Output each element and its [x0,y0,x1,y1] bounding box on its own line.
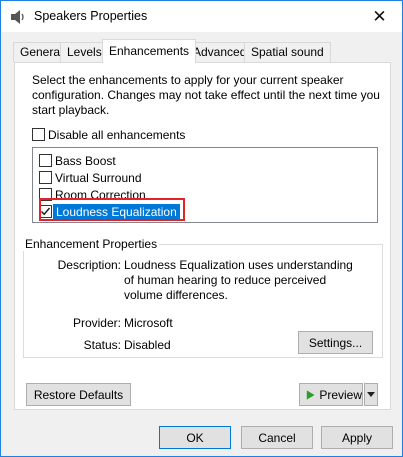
provider-key: Provider: [72,316,121,330]
restore-defaults-button[interactable]: Restore Defaults [26,383,131,406]
speaker-icon [10,10,26,24]
tab-enhancements[interactable]: Enhancements [102,39,197,63]
chevron-down-icon [367,392,375,397]
enhancements-panel: Select the enhancements to apply for you… [14,62,391,410]
ok-button[interactable]: OK [159,426,231,449]
description-key: Description: [57,258,121,272]
virtual-surround-label: Virtual Surround [55,171,142,185]
apply-button[interactable]: Apply [321,426,393,449]
cancel-button[interactable]: Cancel [241,426,313,449]
bass-boost-label: Bass Boost [55,154,116,168]
virtual-surround-checkbox[interactable] [39,171,52,184]
preview-dropdown-button[interactable] [364,383,378,406]
instructions-text: Select the enhancements to apply for you… [32,73,380,117]
provider-value: Microsoft [124,316,173,330]
preview-button[interactable]: Preview [299,383,363,406]
selection-highlight-box [39,198,185,221]
speakers-properties-window: Speakers Properties ✕ General Levels Enh… [0,0,403,457]
play-icon [306,389,315,400]
tab-spatial-sound[interactable]: Spatial sound [244,42,331,62]
window-title: Speakers Properties [34,9,148,23]
status-key: Status: [83,338,121,352]
disable-all-checkbox[interactable] [32,128,45,141]
description-value: Loudness Equalization uses understanding… [124,258,353,302]
settings-button[interactable]: Settings... [298,331,373,354]
bass-boost-checkbox[interactable] [39,154,52,167]
preview-label: Preview [319,387,362,402]
enhancement-properties-title: Enhancement Properties [23,237,160,251]
title-bar: Speakers Properties ✕ [1,1,402,32]
disable-all-label: Disable all enhancements [48,128,186,142]
close-button[interactable]: ✕ [357,1,402,32]
close-icon: ✕ [372,6,387,26]
